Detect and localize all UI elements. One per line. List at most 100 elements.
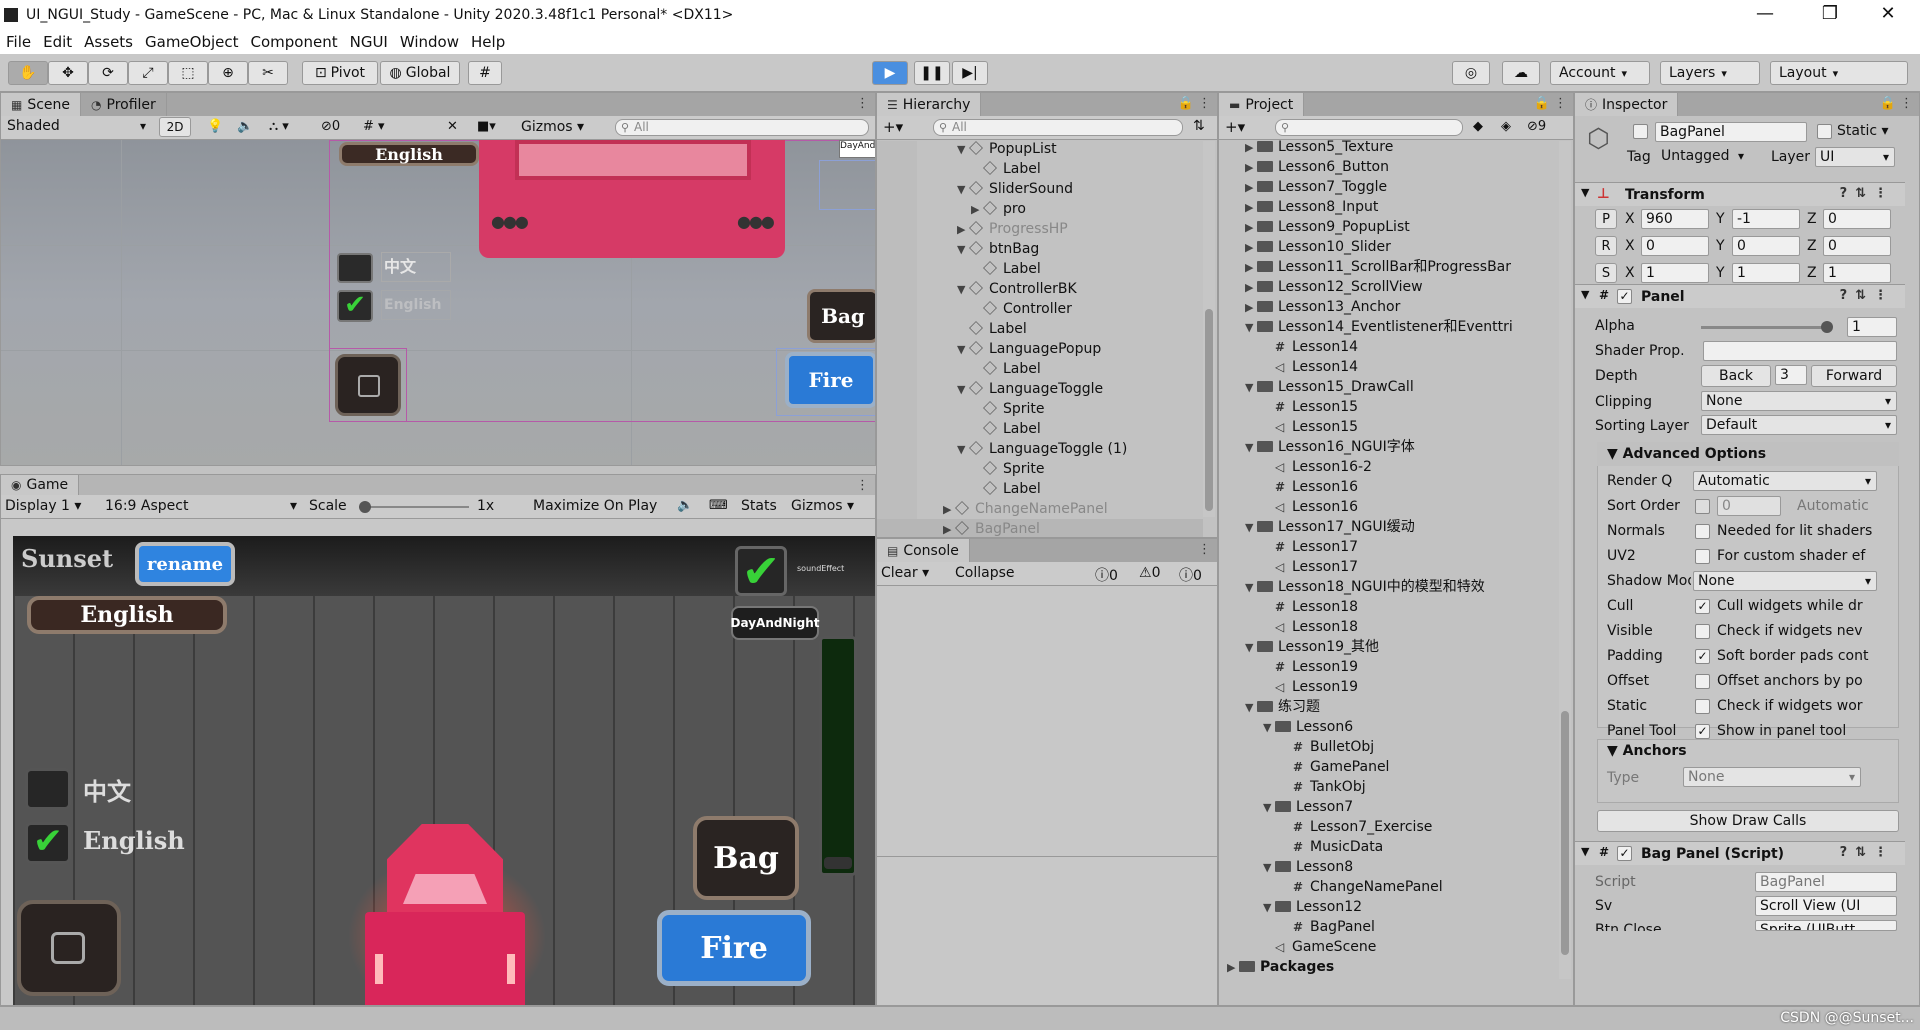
game-viewport[interactable]: Sunset rename English ✔ soundEffect DayA… (13, 536, 875, 1005)
scene-grid-toggle-icon[interactable]: # ▾ (363, 119, 385, 134)
expanded-arrow-icon[interactable]: ▼ (1263, 858, 1275, 878)
hierarchy-item[interactable]: ▼ SliderSound (877, 179, 1203, 199)
collapsed-arrow-icon[interactable]: ▶ (1245, 258, 1257, 278)
project-item[interactable]: ▼ 练习题 (1219, 697, 1557, 717)
transform-tool-icon[interactable]: ⊕ (208, 61, 248, 85)
project-hidden-icon[interactable]: ⊘9 (1527, 119, 1546, 134)
project-item[interactable]: # GamePanel (1219, 757, 1557, 777)
hierarchy-item[interactable]: Sprite (877, 399, 1203, 419)
expanded-arrow-icon[interactable]: ▼ (1263, 798, 1275, 818)
bagpanel-foldout-icon[interactable]: ▼ (1581, 845, 1589, 858)
hierarchy-item[interactable]: ▶ pro (877, 199, 1203, 219)
project-item[interactable]: ▼ Lesson14_Eventlistener和Eventtri (1219, 317, 1557, 337)
anchor-type-dropdown[interactable]: None (1683, 767, 1861, 787)
console-kebab-icon[interactable]: ⋮ (1198, 542, 1211, 557)
collab-icon[interactable]: ◎ (1452, 61, 1490, 85)
menu-assets[interactable]: Assets (84, 33, 133, 51)
english-toggle-checkmark-icon[interactable]: ✔ (25, 822, 71, 864)
project-search-input[interactable] (1275, 119, 1463, 136)
hierarchy-item[interactable]: ▼ btnBag (877, 239, 1203, 259)
display-dropdown[interactable]: Display 1 ▾ (5, 498, 81, 514)
camera-icon[interactable]: ■▾ (477, 119, 496, 134)
transform-p-z-field[interactable]: 0 (1823, 209, 1891, 229)
project-item[interactable]: ▶ Lesson7_Toggle (1219, 177, 1557, 197)
transform-header[interactable]: ▼ ⊥ Transform ?⇅⋮ (1575, 182, 1905, 206)
project-item[interactable]: ▼ Lesson18_NGUI中的模型和特效 (1219, 577, 1557, 597)
step-button[interactable]: ▶| (952, 61, 988, 85)
project-item[interactable]: ▶ Lesson12_ScrollView (1219, 277, 1557, 297)
expanded-arrow-icon[interactable]: ▼ (1245, 518, 1257, 538)
project-item[interactable]: ◁ Lesson15 (1219, 417, 1557, 437)
project-item[interactable]: ◁ Lesson18 (1219, 617, 1557, 637)
rect-tool-icon[interactable]: ⬚ (168, 61, 208, 85)
search-by-type-icon[interactable]: ◆ (1473, 119, 1483, 134)
clipping-dropdown[interactable]: None (1701, 391, 1897, 411)
hierarchy-item[interactable]: Label (877, 319, 1203, 339)
panel-foldout-icon[interactable]: ▼ (1581, 288, 1589, 301)
hierarchy-item[interactable]: ▼ ControllerBK (877, 279, 1203, 299)
sorting-layer-dropdown[interactable]: Default (1701, 415, 1897, 435)
project-item[interactable]: ▶ Lesson5_Texture (1219, 137, 1557, 157)
bagpanel-menu-icons[interactable]: ?⇅⋮ (1840, 845, 1895, 860)
alpha-field[interactable]: 1 (1847, 317, 1897, 337)
project-item[interactable]: ◁ Lesson17 (1219, 557, 1557, 577)
project-item[interactable]: ▶ Lesson9_PopupList (1219, 217, 1557, 237)
collapsed-arrow-icon[interactable]: ▶ (943, 520, 955, 537)
minimize-icon[interactable]: — (1742, 0, 1788, 30)
collapsed-arrow-icon[interactable]: ▶ (1245, 298, 1257, 318)
rotate-tool-icon[interactable]: ⟳ (88, 61, 128, 85)
hierarchy-item[interactable]: ▶ ChangeNamePanel (877, 499, 1203, 519)
hierarchy-item[interactable]: Sprite (877, 459, 1203, 479)
restore-icon[interactable]: ❐ (1807, 0, 1853, 30)
tab-hierarchy[interactable]: ☰ Hierarchy (877, 93, 982, 116)
tools-icon[interactable]: ✕ (447, 119, 458, 134)
hidden-objects-icon[interactable]: ⊘0 (321, 119, 340, 134)
tag-dropdown[interactable]: Untagged (1657, 147, 1749, 167)
hierarchy-item[interactable]: ▶ BagPanel (877, 519, 1203, 537)
tab-profiler[interactable]: ◔ Profiler (81, 93, 167, 116)
depth-back-button[interactable]: Back (1701, 365, 1771, 387)
transform-p-y-field[interactable]: -1 (1732, 209, 1800, 229)
console-error-filter[interactable]: ⓘ0 (1179, 565, 1202, 585)
pivot-toggle[interactable]: ⊡ Pivot (302, 61, 378, 85)
project-item[interactable]: # BagPanel (1219, 917, 1557, 937)
custom-tool-icon[interactable]: ✂ (248, 61, 288, 85)
joystick-knob[interactable] (51, 932, 85, 964)
project-item[interactable]: ▶ Lesson11_ScrollBar和ProgressBar (1219, 257, 1557, 277)
expanded-arrow-icon[interactable]: ▼ (1245, 638, 1257, 658)
project-item[interactable]: ▶ Lesson10_Slider (1219, 237, 1557, 257)
project-item[interactable]: ▶ Lesson6_Button (1219, 157, 1557, 177)
menu-component[interactable]: Component (251, 33, 338, 51)
collapsed-arrow-icon[interactable]: ▶ (1245, 158, 1257, 178)
project-item[interactable]: # TankObj (1219, 777, 1557, 797)
project-item[interactable]: ▶ Packages (1219, 957, 1557, 977)
panel-menu-icons[interactable]: ?⇅⋮ (1840, 288, 1895, 303)
project-item[interactable]: ▼ Lesson19_其他 (1219, 637, 1557, 657)
project-item[interactable]: ▶ Lesson8_Input (1219, 197, 1557, 217)
effects-icon[interactable]: ⛬ ▾ (269, 119, 289, 134)
project-scroll-thumb[interactable] (1561, 711, 1569, 955)
stats-toggle[interactable]: Stats (741, 498, 777, 514)
transform-p-x-field[interactable]: 960 (1641, 209, 1709, 229)
layer-dropdown[interactable]: UI (1815, 147, 1895, 167)
project-item[interactable]: ▼ Lesson7 (1219, 797, 1557, 817)
bag-button[interactable]: Bag (693, 816, 799, 900)
alpha-slider[interactable] (1701, 321, 1833, 333)
hierarchy-item[interactable]: ▶ ProgressHP (877, 219, 1203, 239)
project-item[interactable]: ▼ Lesson15_DrawCall (1219, 377, 1557, 397)
padding-checkbox[interactable]: ✓ (1695, 649, 1710, 664)
project-lock-icon[interactable]: 🔒 ⋮ (1534, 96, 1567, 111)
transform-foldout-icon[interactable]: ▼ (1581, 186, 1589, 199)
project-item[interactable]: ▼ Lesson16_NGUI字体 (1219, 437, 1557, 457)
expanded-arrow-icon[interactable]: ▼ (957, 340, 969, 360)
collapsed-arrow-icon[interactable]: ▶ (1245, 138, 1257, 158)
alpha-slider-thumb[interactable] (1821, 321, 1833, 333)
normals-checkbox[interactable] (1695, 524, 1710, 539)
collapsed-arrow-icon[interactable]: ▶ (1245, 218, 1257, 238)
collapsed-arrow-icon[interactable]: ▶ (957, 220, 969, 240)
search-by-label-icon[interactable]: ◈ (1501, 119, 1511, 134)
menu-ngui[interactable]: NGUI (350, 33, 388, 51)
console-collapse-toggle[interactable]: Collapse (955, 565, 1015, 581)
console-warning-filter[interactable]: ⚠0 (1139, 565, 1160, 581)
global-toggle[interactable]: ◍ Global (380, 61, 460, 85)
